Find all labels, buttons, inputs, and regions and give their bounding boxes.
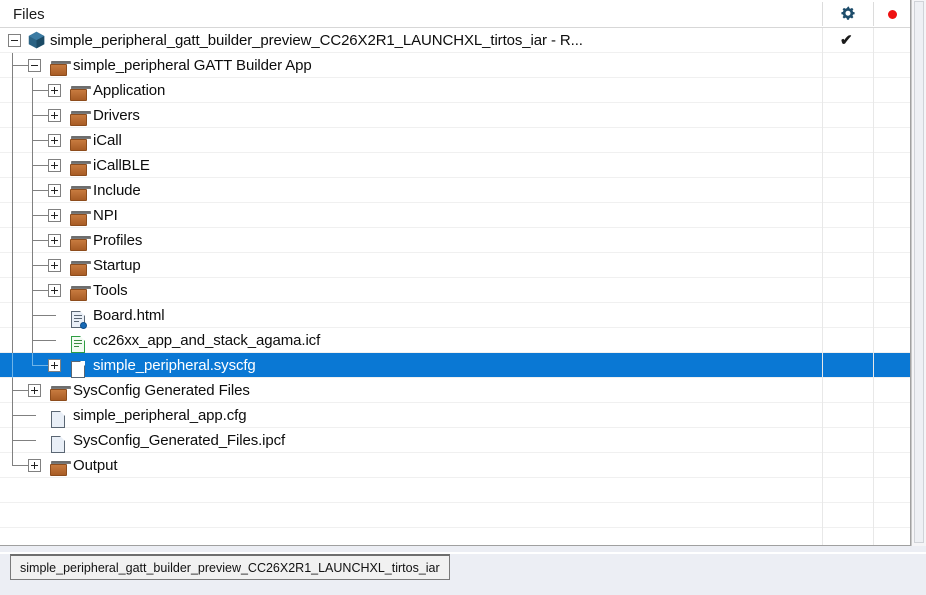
- tree-row-app-cfg[interactable]: simple_peripheral_app.cfg: [0, 403, 910, 428]
- tree-row-label: SysConfig_Generated_Files.ipcf: [73, 428, 285, 453]
- html-document-icon: [71, 311, 85, 328]
- tree-row-icall[interactable]: iCall: [0, 128, 910, 153]
- tree-row-label: simple_peripheral_app.cfg: [73, 403, 246, 428]
- folder-icon: [70, 161, 88, 177]
- files-tree-panel: Files: [0, 0, 911, 546]
- folder-icon: [70, 211, 88, 227]
- expander-tools[interactable]: [48, 284, 61, 297]
- vertical-scrollbar[interactable]: [911, 0, 926, 546]
- folder-icon: [70, 286, 88, 302]
- folder-icon: [70, 186, 88, 202]
- expander-icall[interactable]: [48, 134, 61, 147]
- tree-row-label: simple_peripheral_gatt_builder_preview_C…: [50, 28, 583, 53]
- tree-row-sysconfig-generated-files[interactable]: SysConfig Generated Files: [0, 378, 910, 403]
- vertical-scrollbar-thumb[interactable]: [914, 1, 924, 543]
- tree-row-icallble[interactable]: iCallBLE: [0, 153, 910, 178]
- tree-row-label: Drivers: [93, 103, 140, 128]
- tree-row-label: Startup: [93, 253, 141, 278]
- document-icon: [71, 361, 85, 378]
- tree-row-include[interactable]: Include: [0, 178, 910, 203]
- tree-row-generated-ipcf[interactable]: SysConfig_Generated_Files.ipcf: [0, 428, 910, 453]
- tree-row-label: SysConfig Generated Files: [73, 378, 250, 403]
- root-check-icon: ✔: [840, 32, 853, 49]
- tree-row-board-html[interactable]: Board.html: [0, 303, 910, 328]
- tree-row-empty[interactable]: [0, 478, 910, 503]
- folder-icon: [50, 461, 68, 477]
- file-tree[interactable]: simple_peripheral_gatt_builder_preview_C…: [0, 28, 910, 545]
- tree-row-npi[interactable]: NPI: [0, 203, 910, 228]
- expander-sysconfig-generated-files[interactable]: [28, 384, 41, 397]
- expander-startup[interactable]: [48, 259, 61, 272]
- workspace-tab[interactable]: simple_peripheral_gatt_builder_preview_C…: [10, 554, 450, 580]
- tree-row-application[interactable]: Application: [0, 78, 910, 103]
- expander-output[interactable]: [28, 459, 41, 472]
- tree-row-output[interactable]: Output: [0, 453, 910, 478]
- red-dot-icon: [888, 10, 897, 19]
- tree-row-label: iCall: [93, 128, 122, 153]
- folder-icon: [70, 261, 88, 277]
- gear-icon: [840, 6, 856, 22]
- tree-row-empty[interactable]: [0, 503, 910, 528]
- tree-row-gatt-builder-app[interactable]: simple_peripheral GATT Builder App: [0, 53, 910, 78]
- folder-icon: [70, 111, 88, 127]
- tree-row-linker-icf[interactable]: cc26xx_app_and_stack_agama.icf: [0, 328, 910, 353]
- tree-row-label: Board.html: [93, 303, 165, 328]
- expander-icallble[interactable]: [48, 159, 61, 172]
- workspace-cube-icon: [28, 31, 45, 49]
- tree-row-root[interactable]: simple_peripheral_gatt_builder_preview_C…: [0, 28, 910, 53]
- expander-gatt-builder-app[interactable]: [28, 59, 41, 72]
- tree-row-syscfg-selected[interactable]: simple_peripheral.syscfg: [0, 353, 910, 378]
- config-document-icon: [71, 336, 85, 353]
- tree-row-label: Application: [93, 78, 165, 103]
- expander-profiles[interactable]: [48, 234, 61, 247]
- column-header-files[interactable]: Files: [0, 0, 822, 28]
- files-column-label: Files: [13, 6, 45, 23]
- column-header-status[interactable]: [873, 0, 911, 28]
- folder-icon: [70, 236, 88, 252]
- tree-row-drivers[interactable]: Drivers: [0, 103, 910, 128]
- tree-row-label: Profiles: [93, 228, 142, 253]
- expander-include[interactable]: [48, 184, 61, 197]
- tree-row-profiles[interactable]: Profiles: [0, 228, 910, 253]
- expander-syscfg[interactable]: [48, 359, 61, 372]
- tree-row-label: Include: [93, 178, 141, 203]
- tree-row-label: simple_peripheral.syscfg: [93, 353, 256, 378]
- folder-icon: [70, 136, 88, 152]
- tree-row-tools[interactable]: Tools: [0, 278, 910, 303]
- tree-row-label: Tools: [93, 278, 128, 303]
- folder-icon: [50, 386, 68, 402]
- folder-icon: [50, 61, 68, 77]
- folder-icon: [70, 86, 88, 102]
- column-header-row: Files: [0, 0, 910, 28]
- expander-drivers[interactable]: [48, 109, 61, 122]
- tree-row-startup[interactable]: Startup: [0, 253, 910, 278]
- column-header-config[interactable]: [822, 0, 873, 28]
- expander-root[interactable]: [8, 34, 21, 47]
- document-icon: [51, 411, 65, 428]
- document-icon: [51, 436, 65, 453]
- tree-row-label: iCallBLE: [93, 153, 150, 178]
- workspace-tab-bar: simple_peripheral_gatt_builder_preview_C…: [0, 552, 926, 595]
- expander-application[interactable]: [48, 84, 61, 97]
- tree-row-label: simple_peripheral GATT Builder App: [73, 53, 312, 78]
- tree-row-label: NPI: [93, 203, 118, 228]
- tree-row-label: cc26xx_app_and_stack_agama.icf: [93, 328, 320, 353]
- tree-row-empty[interactable]: [0, 528, 910, 546]
- workspace-files-panel: Files: [0, 0, 926, 595]
- workspace-tab-label: simple_peripheral_gatt_builder_preview_C…: [20, 561, 440, 575]
- expander-npi[interactable]: [48, 209, 61, 222]
- tree-row-label: Output: [73, 453, 117, 478]
